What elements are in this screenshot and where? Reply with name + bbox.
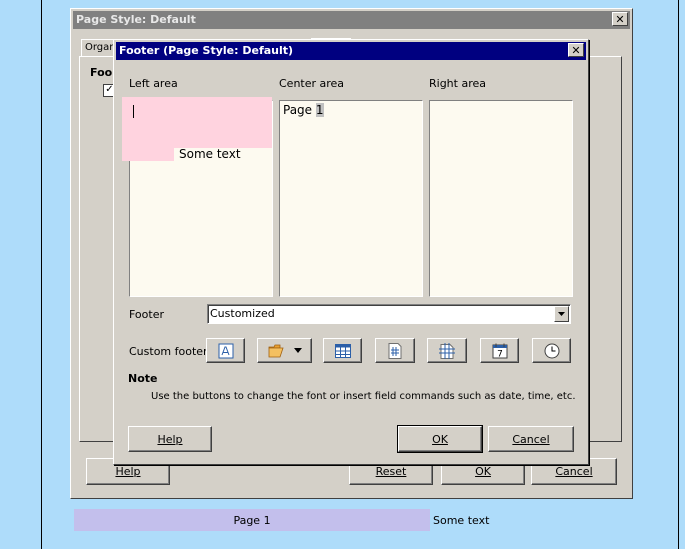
footer-help-button[interactable]: Help <box>128 426 212 452</box>
footer-dialog-title: Footer (Page Style: Default) <box>119 44 294 57</box>
insert-table-icon <box>334 343 351 358</box>
center-area-label: Center area <box>279 77 345 90</box>
time-button[interactable] <box>532 338 571 363</box>
time-icon <box>544 343 559 358</box>
center-area-content: Page 1 <box>283 103 324 117</box>
text-cursor <box>133 105 134 118</box>
desktop: { "page_style_dialog": { "title": "Page … <box>0 0 685 549</box>
footer-select-value: Customized <box>210 307 275 320</box>
note-text: Use the buttons to change the font or in… <box>151 391 576 402</box>
page-button[interactable] <box>375 338 415 363</box>
chevron-down-icon <box>293 348 302 353</box>
footer-section-label: Foo <box>90 66 113 79</box>
left-area-selection-tail <box>122 148 174 161</box>
note-heading: Note <box>128 372 158 385</box>
footer-close-button[interactable]: ✕ <box>568 43 584 57</box>
footer-titlebar: Footer (Page Style: Default) <box>116 42 586 60</box>
page-margin-line <box>678 0 679 549</box>
custom-footer-label: Custom footer <box>129 345 208 358</box>
text-attributes-button[interactable] <box>206 338 245 363</box>
chevron-down-icon[interactable] <box>554 306 569 322</box>
right-area-editor[interactable] <box>429 100 573 297</box>
footer-select[interactable]: Customized <box>207 304 571 324</box>
left-area-label: Left area <box>129 77 178 90</box>
left-area-editor[interactable]: Some text <box>122 97 273 297</box>
document-footer-center: Page 1 <box>74 509 430 531</box>
date-icon: 7 <box>492 343 507 359</box>
pages-button[interactable] <box>427 338 467 363</box>
left-area-text: Some text <box>179 147 241 161</box>
font-attributes-icon <box>218 343 233 358</box>
footer-select-label: Footer <box>129 308 164 321</box>
sheet-name-button[interactable] <box>323 338 362 363</box>
file-name-button[interactable] <box>257 338 312 363</box>
page-style-titlebar: Page Style: Default <box>73 11 630 29</box>
open-folder-icon <box>268 344 284 357</box>
page-style-title: Page Style: Default <box>76 13 196 26</box>
footer-ok-button[interactable]: OK <box>397 425 483 453</box>
center-area-editor[interactable]: Page 1 <box>279 100 423 297</box>
left-area-selection <box>122 97 272 148</box>
svg-text:7: 7 <box>497 349 503 359</box>
page-margin-line <box>41 0 42 549</box>
page-number-icon <box>388 342 402 359</box>
page-number-field: 1 <box>315 103 324 117</box>
page-count-icon <box>439 342 455 359</box>
footer-cancel-button[interactable]: Cancel <box>488 426 574 452</box>
page-style-close-button[interactable]: ✕ <box>612 12 628 26</box>
document-footer-right-text: Some text <box>433 514 490 527</box>
right-area-label: Right area <box>429 77 486 90</box>
date-button[interactable]: 7 <box>480 338 519 363</box>
document-page-number: Page 1 <box>233 513 271 527</box>
